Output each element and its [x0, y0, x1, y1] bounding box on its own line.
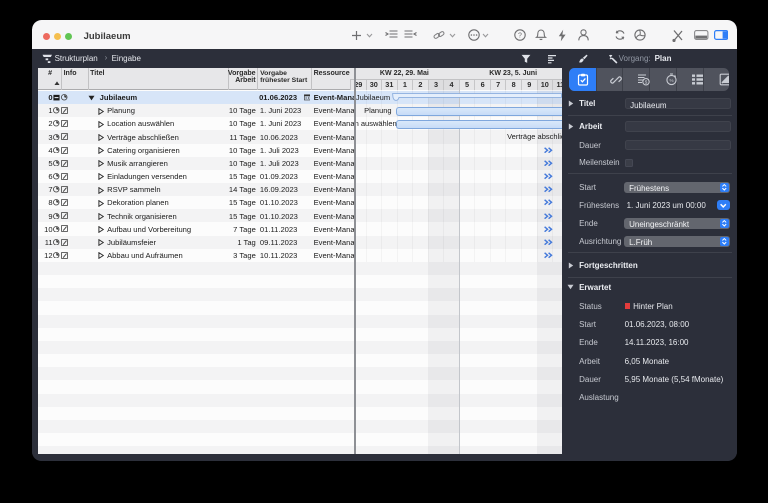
- svg-text:?: ?: [518, 33, 522, 40]
- svg-text:%: %: [669, 78, 673, 83]
- svg-text:$: $: [645, 80, 648, 85]
